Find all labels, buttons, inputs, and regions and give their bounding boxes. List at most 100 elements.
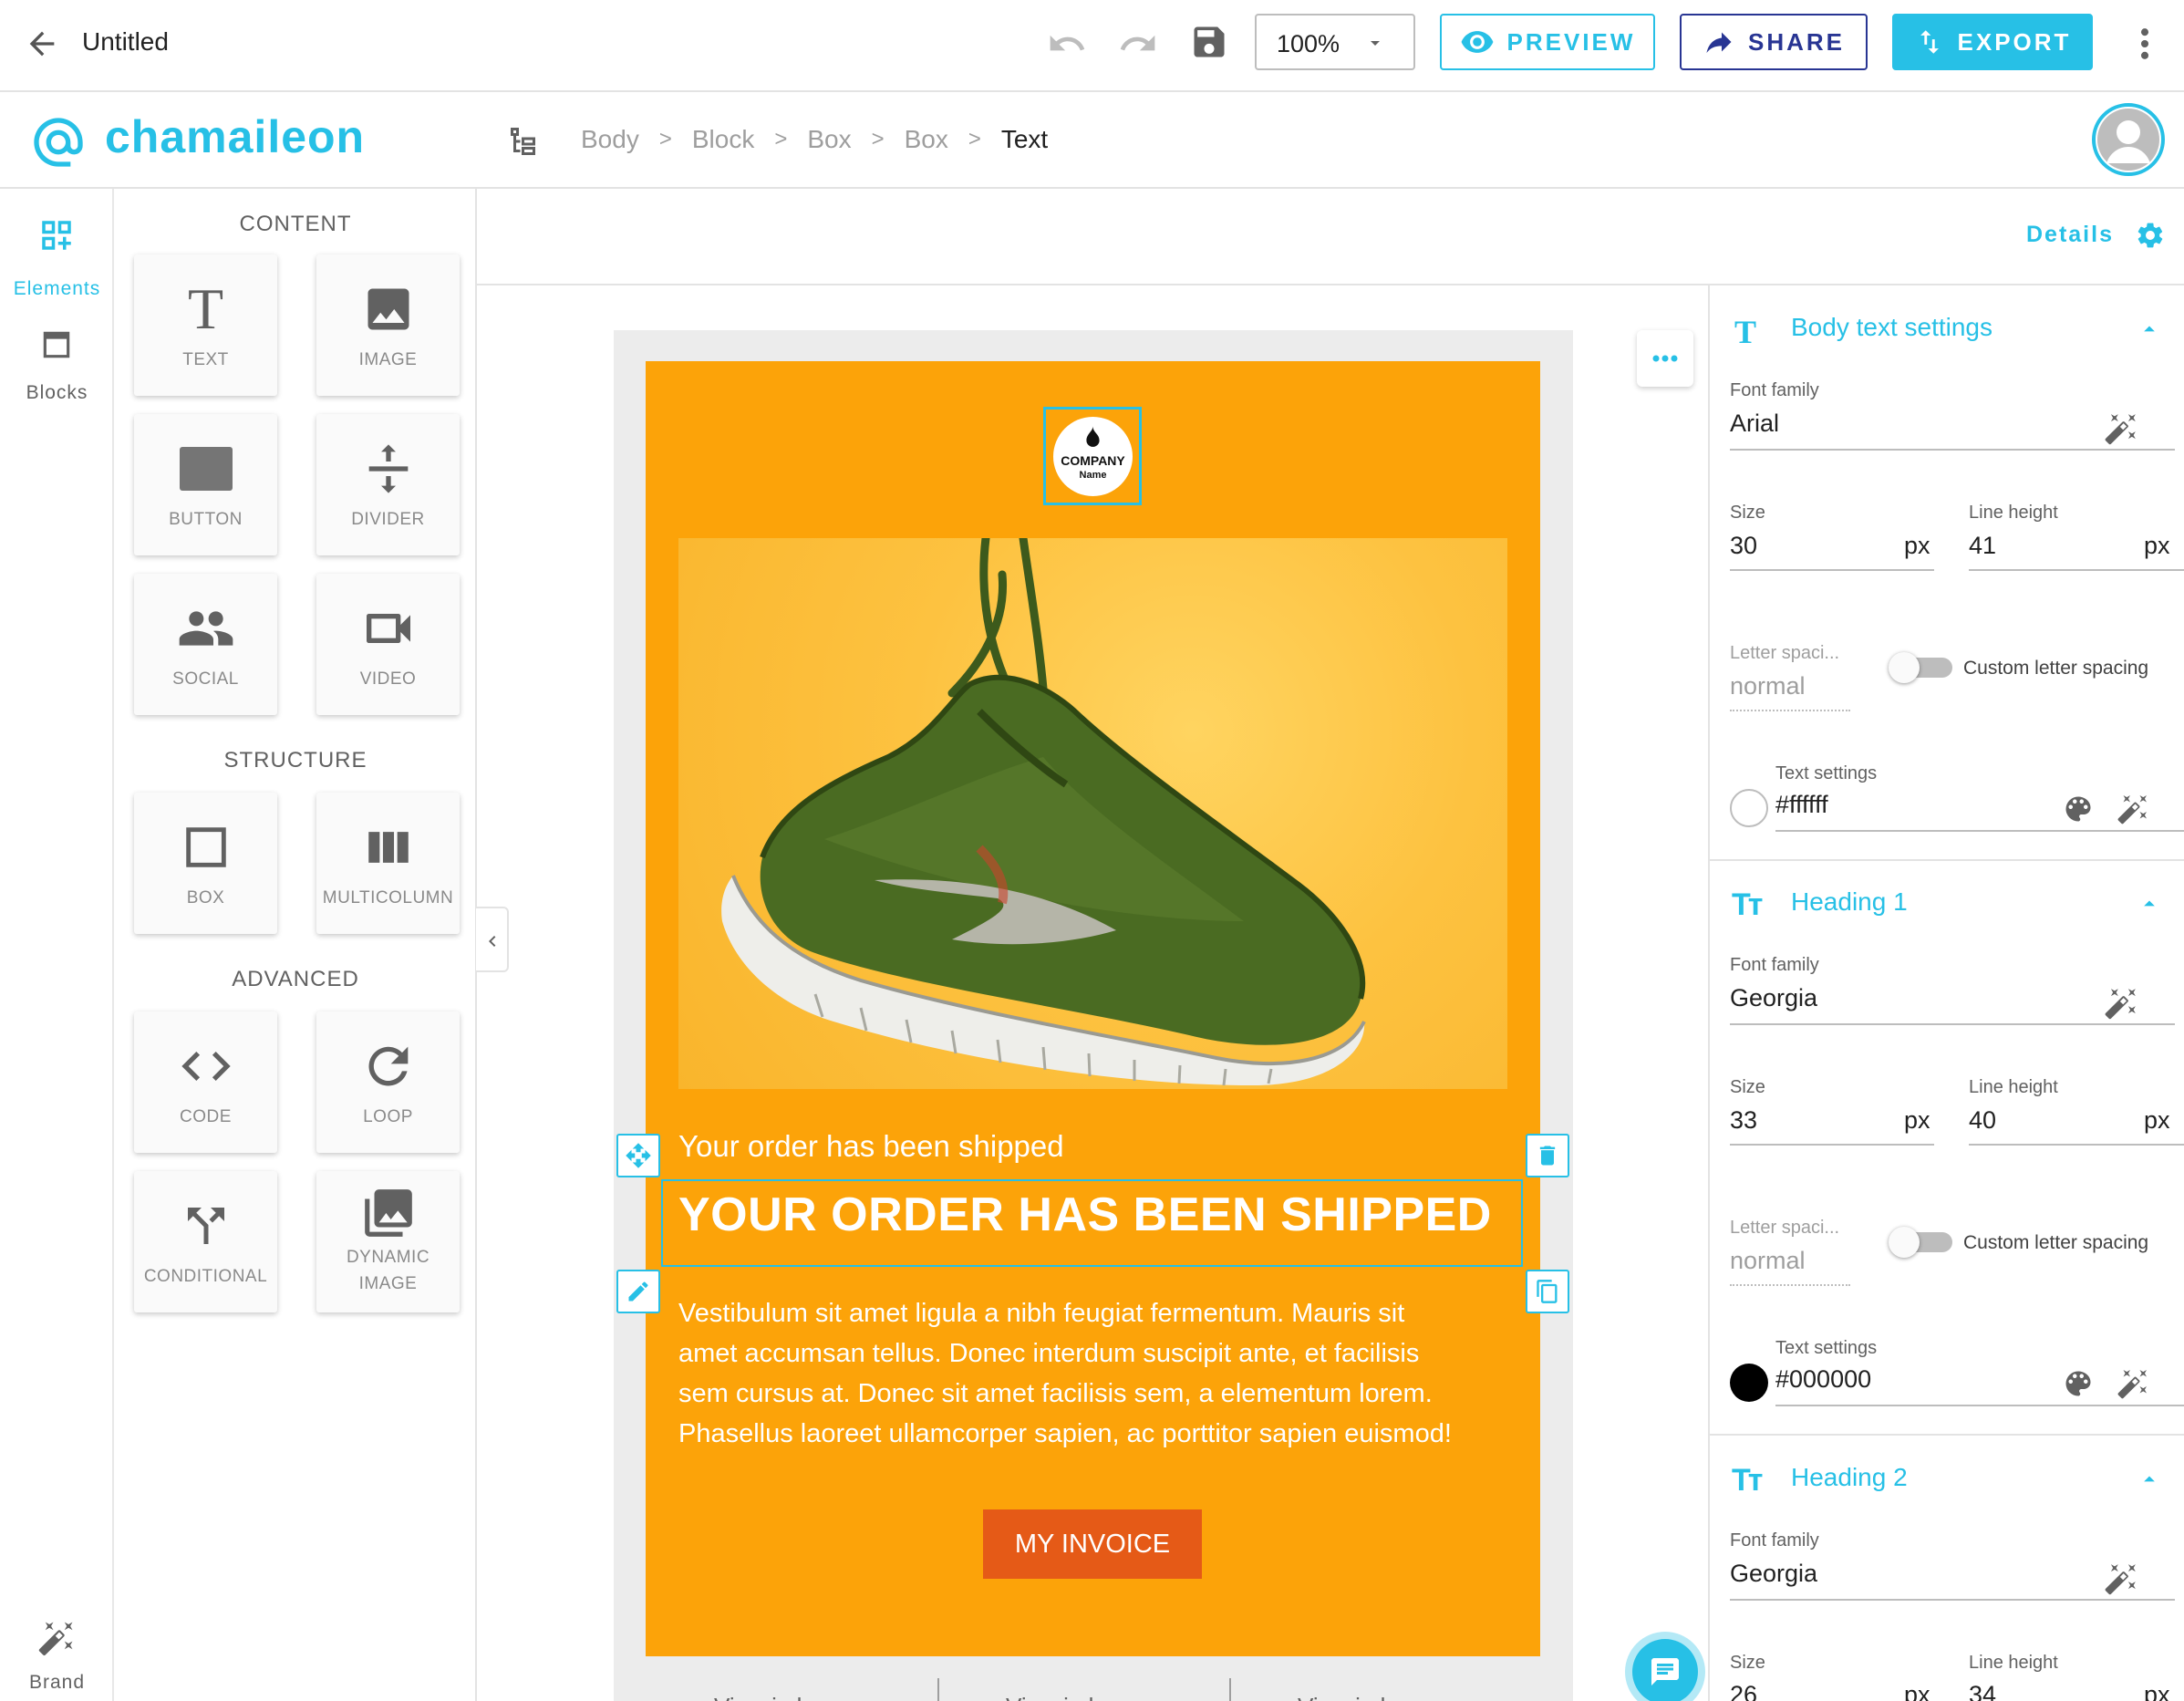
- size-label: Size: [1730, 503, 1765, 523]
- breadcrumb-current[interactable]: Text: [1001, 125, 1048, 154]
- line-height-unit: px: [2144, 1106, 2170, 1134]
- section-title[interactable]: Body text settings: [1791, 313, 1993, 342]
- magic-wand-icon[interactable]: [2117, 793, 2149, 825]
- hero-image[interactable]: [678, 538, 1507, 1089]
- tile-conditional[interactable]: CONDITIONAL: [134, 1171, 277, 1312]
- size-input[interactable]: 26: [1730, 1681, 1757, 1701]
- color-hex-input[interactable]: #ffffff: [1775, 791, 1828, 819]
- details-link[interactable]: Details: [2026, 222, 2114, 248]
- breadcrumb-item[interactable]: Block: [692, 125, 754, 154]
- magic-wand-icon[interactable]: [2117, 1367, 2149, 1400]
- collapse-panel-handle[interactable]: [476, 907, 509, 972]
- magic-wand-icon[interactable]: [2104, 986, 2138, 1021]
- tile-loop[interactable]: LOOP: [316, 1011, 460, 1153]
- color-swatch[interactable]: [1730, 1364, 1768, 1402]
- nav-brand[interactable]: Brand: [0, 1612, 114, 1699]
- canvas-options-button[interactable]: [1637, 330, 1693, 387]
- eye-icon: [1461, 31, 1493, 53]
- zoom-select[interactable]: 100%: [1255, 14, 1415, 70]
- share-button[interactable]: SHARE: [1680, 14, 1868, 70]
- duplicate-tool[interactable]: [1526, 1270, 1569, 1313]
- edit-tool[interactable]: [616, 1270, 660, 1313]
- avatar[interactable]: [2092, 103, 2165, 176]
- font-family-input[interactable]: Georgia: [1730, 984, 1817, 1012]
- font-family-input[interactable]: Arial: [1730, 410, 1779, 438]
- email-body[interactable]: COMPANY Name Your order has been shipped…: [646, 361, 1540, 1656]
- breadcrumb-item[interactable]: Box: [905, 125, 948, 154]
- tile-video[interactable]: VIDEO: [316, 574, 460, 715]
- size-input[interactable]: 33: [1730, 1106, 1757, 1135]
- caret-up-icon[interactable]: [2137, 891, 2162, 917]
- text-settings-label: Text settings: [1775, 763, 1878, 783]
- divider-icon: [359, 437, 418, 501]
- breadcrumb-item[interactable]: Box: [807, 125, 851, 154]
- email-subtitle[interactable]: Your order has been shipped: [678, 1129, 1064, 1164]
- letter-spacing-label: Letter spaci...: [1730, 643, 1840, 663]
- export-button[interactable]: EXPORT: [1892, 14, 2093, 70]
- tile-button[interactable]: BUTTON: [134, 414, 277, 555]
- font-family-input[interactable]: Georgia: [1730, 1560, 1817, 1588]
- caret-up-icon[interactable]: [2137, 316, 2162, 342]
- invoice-button[interactable]: MY INVOICE: [983, 1509, 1202, 1579]
- elements-grid-add-icon: [42, 221, 71, 250]
- email-body-text[interactable]: Vestibulum sit amet ligula a nibh feugia…: [678, 1293, 1527, 1454]
- size-unit: px: [1904, 1681, 1930, 1701]
- back-arrow-icon[interactable]: [24, 26, 60, 62]
- share-arrow-icon: [1706, 32, 1732, 53]
- pencil-icon: [628, 1281, 648, 1302]
- magic-wand-icon: [38, 1622, 73, 1656]
- tile-divider[interactable]: DIVIDER: [316, 414, 460, 555]
- caret-up-icon[interactable]: [2137, 1467, 2162, 1492]
- tile-multicolumn[interactable]: MULTICOLUMN: [316, 793, 460, 934]
- move-tool[interactable]: [616, 1134, 660, 1177]
- color-swatch[interactable]: [1730, 789, 1768, 827]
- size-label: Size: [1730, 1653, 1765, 1673]
- color-hex-input[interactable]: #000000: [1775, 1365, 1871, 1394]
- redo-icon[interactable]: [1118, 24, 1158, 64]
- magic-wand-icon[interactable]: [2104, 1561, 2138, 1596]
- tree-structure-icon[interactable]: [508, 125, 541, 158]
- section-title[interactable]: Heading 2: [1791, 1463, 1908, 1492]
- chat-fab[interactable]: [1632, 1639, 1698, 1701]
- section-title[interactable]: Heading 1: [1791, 887, 1908, 917]
- nav-blocks[interactable]: Blocks: [0, 320, 114, 411]
- tile-social[interactable]: SOCIAL: [134, 574, 277, 715]
- size-unit: px: [1904, 1106, 1930, 1134]
- footer-link[interactable]: View in b: [1006, 1693, 1102, 1701]
- breadcrumb-item[interactable]: Body: [581, 125, 639, 154]
- more-vertical-icon[interactable]: [2128, 24, 2161, 64]
- nav-blocks-label: Blocks: [26, 382, 88, 403]
- save-icon[interactable]: [1189, 22, 1229, 62]
- delete-tool[interactable]: [1526, 1134, 1569, 1177]
- toggle-knob: [1889, 1227, 1920, 1258]
- document-title[interactable]: Untitled: [82, 27, 169, 57]
- line-height-input[interactable]: 40: [1969, 1106, 1996, 1135]
- custom-letter-spacing-label: Custom letter spacing: [1963, 1232, 2149, 1253]
- tile-dynamic-image[interactable]: DYNAMIC IMAGE: [316, 1171, 460, 1312]
- nav-elements-label: Elements: [13, 278, 101, 299]
- line-height-input[interactable]: 41: [1969, 532, 1996, 560]
- chamaileon-at-icon: [29, 113, 88, 171]
- gear-icon[interactable]: [2135, 220, 2166, 251]
- tile-code[interactable]: CODE: [134, 1011, 277, 1153]
- line-height-input[interactable]: 34: [1969, 1681, 1996, 1701]
- tile-image[interactable]: IMAGE: [316, 254, 460, 396]
- size-input[interactable]: 30: [1730, 532, 1757, 560]
- letter-spacing-input[interactable]: normal: [1730, 672, 1806, 700]
- magic-wand-icon[interactable]: [2104, 411, 2138, 446]
- top-toolbar: Untitled 100% PREVIEW SHARE EXPORT: [0, 0, 2184, 92]
- palette-icon[interactable]: [2062, 793, 2095, 825]
- palette-icon[interactable]: [2062, 1367, 2095, 1400]
- letter-spacing-input[interactable]: normal: [1730, 1247, 1806, 1275]
- footer-link[interactable]: View in b: [1298, 1693, 1393, 1701]
- image-stack-icon: [360, 1188, 417, 1239]
- tile-box[interactable]: BOX: [134, 793, 277, 934]
- email-heading[interactable]: YOUR ORDER HAS BEEN SHIPPED: [678, 1188, 1492, 1242]
- preview-button[interactable]: PREVIEW: [1440, 14, 1655, 70]
- logo-selection[interactable]: COMPANY Name: [1043, 407, 1142, 505]
- footer-link[interactable]: View in b: [714, 1693, 810, 1701]
- nav-elements[interactable]: Elements: [0, 205, 114, 299]
- breadcrumb-separator: >: [774, 127, 788, 151]
- tile-text[interactable]: T TEXT: [134, 254, 277, 396]
- undo-icon[interactable]: [1047, 24, 1087, 64]
